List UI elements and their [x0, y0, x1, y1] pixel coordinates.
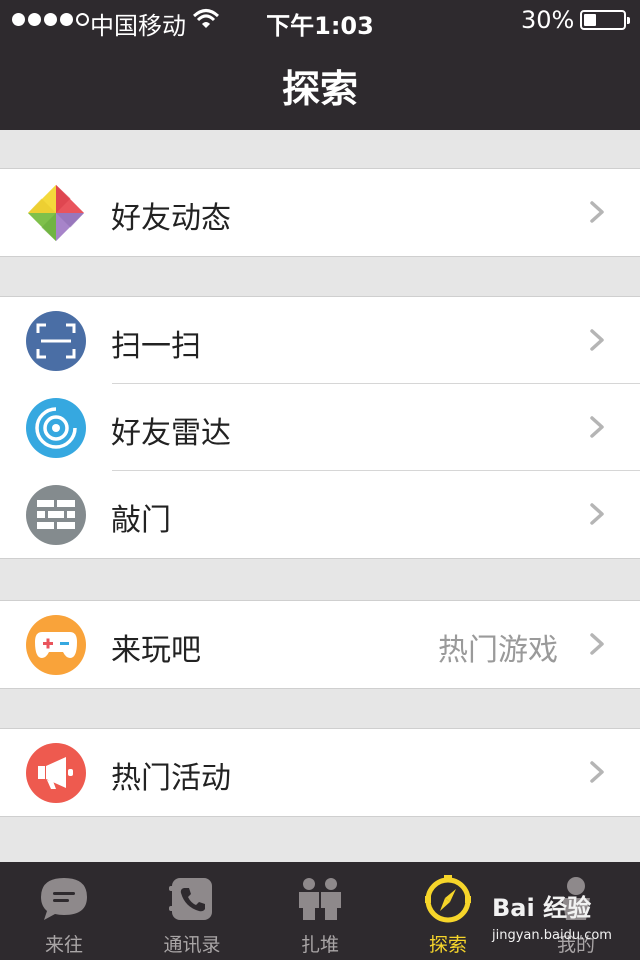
chevron-right-icon — [590, 761, 604, 783]
group-tools: 扫一扫 好友雷达 敲门 — [0, 296, 640, 559]
tab-contacts[interactable]: 通讯录 — [128, 862, 256, 960]
scan-label: 扫一扫 — [111, 329, 201, 364]
list-item-hot-events[interactable]: 热门活动 — [0, 729, 640, 816]
tab-label: 来往 — [44, 934, 83, 956]
watermark-brand: Bai 经验 — [492, 894, 592, 922]
chat-bubble-icon — [39, 874, 89, 924]
battery-icon — [580, 10, 630, 30]
compass-icon — [423, 874, 473, 924]
chevron-right-icon — [590, 416, 604, 438]
list-item-knock[interactable]: 敲门 — [0, 471, 640, 558]
contacts-phone-icon — [167, 874, 217, 924]
gamepad-icon — [26, 615, 86, 675]
group-games: 来玩吧 热门游戏 — [0, 600, 640, 689]
top-bar: 中国移动 下午1:03 30% 探索 — [0, 0, 640, 130]
brick-wall-icon — [26, 485, 86, 545]
list-item-friends-feed[interactable]: 好友动态 — [0, 169, 640, 256]
tab-label: 扎堆 — [300, 934, 339, 956]
chevron-right-icon — [590, 503, 604, 525]
list-item-friend-radar[interactable]: 好友雷达 — [0, 384, 640, 471]
knock-label: 敲门 — [111, 503, 171, 538]
tab-laiwang[interactable]: 来往 — [0, 862, 128, 960]
list-item-come-play[interactable]: 来玩吧 热门游戏 — [0, 601, 640, 688]
tab-label: 通讯录 — [163, 934, 221, 956]
battery-percent: 30% — [521, 6, 575, 34]
chevron-right-icon — [590, 329, 604, 351]
chevron-right-icon — [590, 201, 604, 223]
list-item-scan[interactable]: 扫一扫 — [0, 297, 640, 384]
chevron-right-icon — [590, 633, 604, 655]
friends-feed-label: 好友动态 — [111, 201, 231, 236]
people-group-icon — [295, 874, 345, 924]
radar-icon — [26, 398, 86, 458]
friend-radar-label: 好友雷达 — [111, 416, 231, 451]
page-title: 探索 — [281, 67, 358, 111]
group-friends-feed: 好友动态 — [0, 168, 640, 257]
scan-icon — [26, 311, 86, 371]
come-play-label: 来玩吧 — [111, 633, 201, 668]
watermark-site: jingyan.baidu.com — [492, 928, 612, 943]
status-bar: 中国移动 下午1:03 30% — [0, 0, 640, 40]
group-events: 热门活动 — [0, 728, 640, 817]
hot-events-label: 热门活动 — [111, 761, 231, 796]
tab-zhadui[interactable]: 扎堆 — [256, 862, 384, 960]
pinwheel-icon — [26, 183, 86, 243]
megaphone-icon — [26, 743, 86, 803]
baidu-jingyan-watermark: Bai 经验 jingyan.baidu.com — [492, 888, 632, 948]
come-play-detail: 热门游戏 — [438, 633, 558, 668]
